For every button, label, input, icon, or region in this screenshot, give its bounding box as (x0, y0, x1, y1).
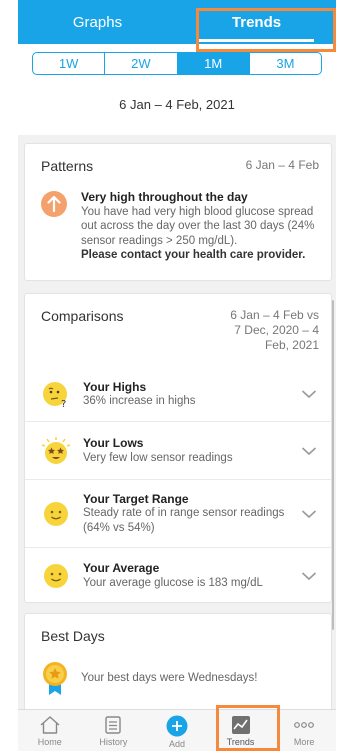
comparison-title: Your Lows (83, 436, 144, 450)
svg-text:?: ? (61, 399, 66, 409)
nav-add[interactable]: Add (145, 710, 209, 751)
nav-more[interactable]: More (272, 710, 336, 751)
chevron-down-icon[interactable] (301, 509, 317, 519)
history-icon (105, 716, 122, 734)
chevron-down-icon[interactable] (301, 389, 317, 399)
comparisons-title: Comparisons (41, 308, 124, 324)
smiling-face-icon (44, 501, 68, 526)
scrollbar[interactable] (332, 300, 334, 630)
chevron-down-icon[interactable] (301, 446, 317, 456)
bottom-nav: Home History Add Trends More (18, 709, 336, 751)
comparison-item-average[interactable]: Your Average Your average glucose is 183… (25, 547, 331, 603)
nav-label: Home (37, 737, 62, 747)
comparison-item-highs[interactable]: ? Your Highs 36% increase in highs (25, 367, 331, 421)
comparison-desc: 36% increase in highs (83, 395, 196, 407)
comparison-item-lows[interactable]: Your Lows Very few low sensor readings (25, 421, 331, 479)
comparison-title: Your Target Range (83, 491, 189, 506)
comparisons-list: ? Your Highs 36% increase in highs Your … (25, 367, 331, 603)
period-2w[interactable]: 2W (105, 53, 178, 74)
date-range: 6 Jan – 4 Feb, 2021 (119, 97, 235, 112)
chevron-down-icon[interactable] (301, 571, 317, 581)
comparison-title: Your Average (83, 561, 160, 575)
comparisons-date-line: 7 Dec, 2020 – 4 (234, 323, 319, 337)
patterns-card: Patterns 6 Jan – 4 Feb Very high through… (24, 143, 332, 281)
app-frame: Graphs Trends 1W 2W 1M 3M 6 Jan – 4 Feb,… (18, 0, 336, 751)
period-selector: 1W 2W 1M 3M (32, 52, 322, 75)
trends-tab-highlight (196, 8, 336, 52)
nav-label: History (99, 737, 128, 747)
best-days-card: Best Days Your best days were Wednesdays… (24, 613, 332, 713)
thinking-face-icon: ? (43, 382, 67, 409)
comparisons-date: 6 Jan – 4 Feb vs 7 Dec, 2020 – 4 Feb, 20… (219, 308, 319, 353)
comparisons-date-line: Feb, 2021 (264, 338, 319, 352)
pattern-heading: Very high throughout the day (81, 190, 248, 204)
comparisons-date-line: 6 Jan – 4 Feb vs (230, 308, 319, 322)
best-days-title: Best Days (41, 628, 105, 644)
pattern-item: Very high throughout the day You have ha… (25, 174, 331, 263)
comparison-desc: Your average glucose is 183 mg/dL (83, 576, 263, 589)
smiling-face-icon (44, 563, 68, 588)
comparison-title: Your Highs (83, 379, 147, 394)
nav-label: More (293, 737, 315, 747)
nav-home[interactable]: Home (18, 710, 82, 751)
home-icon (40, 716, 60, 734)
period-1w[interactable]: 1W (33, 53, 106, 74)
medal-icon (43, 662, 67, 695)
trends-nav-highlight (216, 705, 280, 751)
period-1m[interactable]: 1M (177, 53, 250, 74)
tab-graphs[interactable]: Graphs (18, 0, 177, 44)
comparisons-card: Comparisons 6 Jan – 4 Feb vs 7 Dec, 2020… (24, 293, 332, 603)
add-icon (166, 715, 188, 737)
nav-history[interactable]: History (82, 710, 146, 751)
comparison-desc: Very few low sensor readings (83, 451, 233, 464)
nav-label: Add (168, 739, 185, 749)
comparison-desc: Steady rate of in range sensor readings … (83, 507, 285, 534)
pattern-body-text: You have had very high blood glucose spr… (81, 205, 315, 247)
arrow-up-icon (41, 191, 67, 217)
patterns-date: 6 Jan – 4 Feb (245, 158, 319, 172)
comparison-item-target-range[interactable]: Your Target Range Steady rate of in rang… (25, 479, 331, 547)
best-days-text: Your best days were Wednesdays! (81, 672, 258, 684)
pattern-contact: Please contact your health care provider… (81, 249, 306, 261)
patterns-title: Patterns (41, 158, 94, 174)
period-area: 1W 2W 1M 3M 6 Jan – 4 Feb, 2021 (18, 44, 336, 135)
more-icon (294, 722, 315, 728)
star-eyes-face-icon (41, 436, 71, 464)
period-3m[interactable]: 3M (250, 53, 321, 74)
